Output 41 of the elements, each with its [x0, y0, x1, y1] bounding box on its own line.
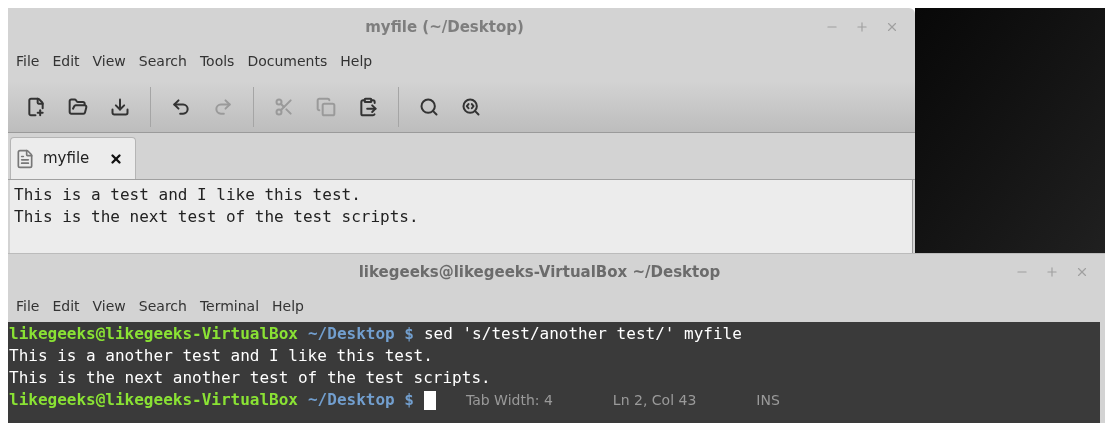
menu-item[interactable]: Tools — [199, 50, 235, 72]
menu-item[interactable]: View — [92, 295, 126, 317]
status-text: Ln 2, Col 43 — [612, 391, 697, 410]
menu-item[interactable]: File — [16, 295, 40, 317]
undo-icon[interactable] — [171, 96, 191, 117]
prompt-path: ~/Desktop $ — [308, 389, 414, 411]
folder-icon[interactable] — [68, 96, 88, 117]
menu-item[interactable]: Terminal — [199, 295, 260, 317]
close-icon[interactable] — [1075, 265, 1089, 279]
window-title: myfile (~/Desktop) — [364, 16, 525, 38]
maximize-icon[interactable] — [1045, 265, 1059, 279]
command-text: sed 's/test/another test/' myfile — [423, 323, 742, 345]
menu-item[interactable]: Help — [272, 295, 304, 317]
document-icon — [15, 148, 35, 169]
output-line: This is the next another test of the test scripts. — [9, 367, 492, 389]
menu-item[interactable]: Search — [138, 50, 187, 72]
window-title: likegeeks@likegeeks-VirtualBox ~/Desktop — [357, 261, 722, 283]
search-icon[interactable] — [419, 96, 439, 117]
text-cursor — [423, 390, 436, 410]
text-area[interactable]: This is a test and I like this test. This is the next test of the test scripts. — [10, 180, 913, 253]
new-document-icon[interactable] — [26, 96, 46, 117]
maximize-icon[interactable] — [855, 20, 869, 34]
status-text: Tab Width: 4 — [465, 391, 553, 410]
prompt-path: ~/Desktop $ — [308, 323, 414, 345]
prompt-user: likegeeks@likegeeks-VirtualBox — [9, 323, 298, 345]
menu-item[interactable]: View — [92, 50, 126, 72]
menu-item[interactable]: Documents — [247, 50, 328, 72]
menu-item[interactable]: Edit — [52, 50, 80, 72]
document-tab[interactable]: myfile — [10, 137, 137, 179]
close-tab-icon[interactable] — [109, 151, 124, 166]
menu-item[interactable]: Help — [340, 50, 373, 72]
menu-item[interactable]: File — [16, 50, 40, 72]
text-line: This is the next test of the test scripts. — [14, 206, 420, 228]
prompt-user: likegeeks@likegeeks-VirtualBox — [9, 389, 298, 411]
paste-icon[interactable] — [358, 96, 378, 117]
close-icon[interactable] — [885, 20, 899, 34]
text-line: This is a test and I like this test. — [14, 184, 362, 206]
status-text: INS — [756, 391, 780, 410]
menu-item[interactable]: Edit — [52, 295, 80, 317]
output-line: This is a another test and I like this test. — [9, 345, 434, 367]
menu-item[interactable]: Search — [138, 295, 187, 317]
